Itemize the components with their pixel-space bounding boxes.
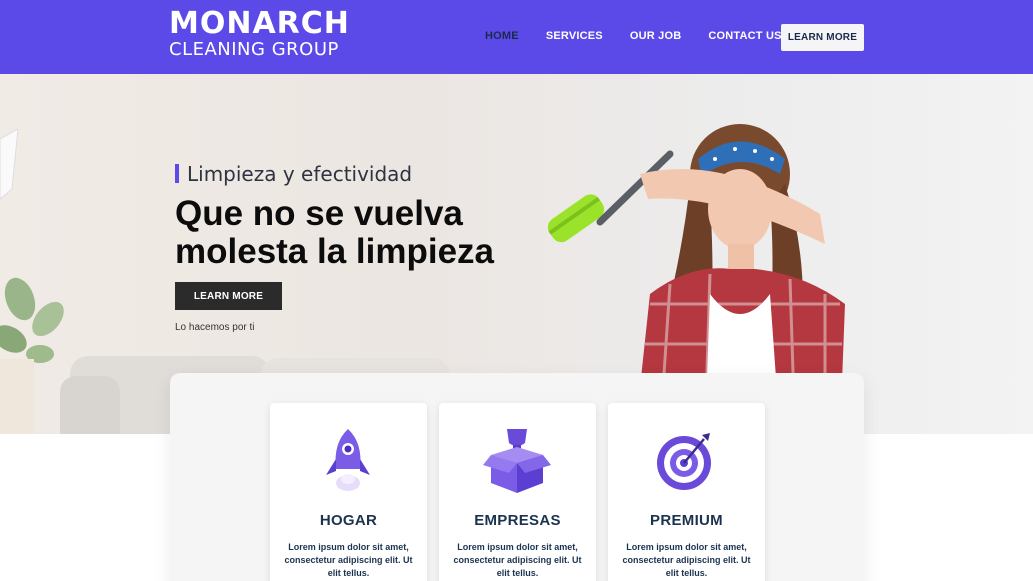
card-description: Lorem ipsum dolor sit amet, consectetur …: [284, 542, 413, 578]
tagline-accent-bar: [175, 164, 179, 183]
hero-headline-line1: Que no se vuelva: [175, 194, 463, 233]
rocket-icon: [326, 429, 370, 491]
header-learn-more-button[interactable]: LEARN MORE: [781, 24, 864, 51]
hero-tagline: Limpieza y efectividad: [187, 162, 413, 186]
service-card-premium[interactable]: PREMIUM Lorem ipsum dolor sit amet, cons…: [608, 403, 765, 581]
hero-headline-line2: molesta la limpieza: [175, 232, 495, 271]
target-icon: [657, 433, 711, 490]
card-title: EMPRESAS: [474, 512, 561, 529]
nav-our-job[interactable]: OUR JOB: [630, 30, 682, 42]
logo-main-text: MONARCH: [169, 6, 350, 41]
hero-learn-more-button[interactable]: LEARN MORE: [175, 282, 282, 310]
box-trophy-icon: [483, 429, 551, 493]
hero-note: Lo hacemos por ti: [175, 322, 255, 333]
logo[interactable]: MONARCH CLEANING GROUP: [169, 8, 350, 60]
service-card-empresas[interactable]: EMPRESAS Lorem ipsum dolor sit amet, con…: [439, 403, 596, 581]
site-header: MONARCH CLEANING GROUP HOME SERVICES OUR…: [0, 0, 1033, 74]
service-card-hogar[interactable]: HOGAR Lorem ipsum dolor sit amet, consec…: [270, 403, 427, 581]
logo-sub-text: CLEANING GROUP: [169, 39, 339, 60]
card-description: Lorem ipsum dolor sit amet, consectetur …: [453, 542, 582, 578]
nav-services[interactable]: SERVICES: [546, 30, 603, 42]
nav-home[interactable]: HOME: [485, 30, 519, 42]
hero-headline: Que no se vuelva molesta la limpieza: [175, 195, 575, 271]
card-title: PREMIUM: [650, 512, 723, 529]
nav-contact-us[interactable]: CONTACT US: [708, 30, 781, 42]
lamp-image: [0, 129, 19, 200]
card-description: Lorem ipsum dolor sit amet, consectetur …: [622, 542, 751, 578]
main-nav: HOME SERVICES OUR JOB CONTACT US: [485, 30, 809, 42]
card-title: HOGAR: [319, 512, 378, 529]
